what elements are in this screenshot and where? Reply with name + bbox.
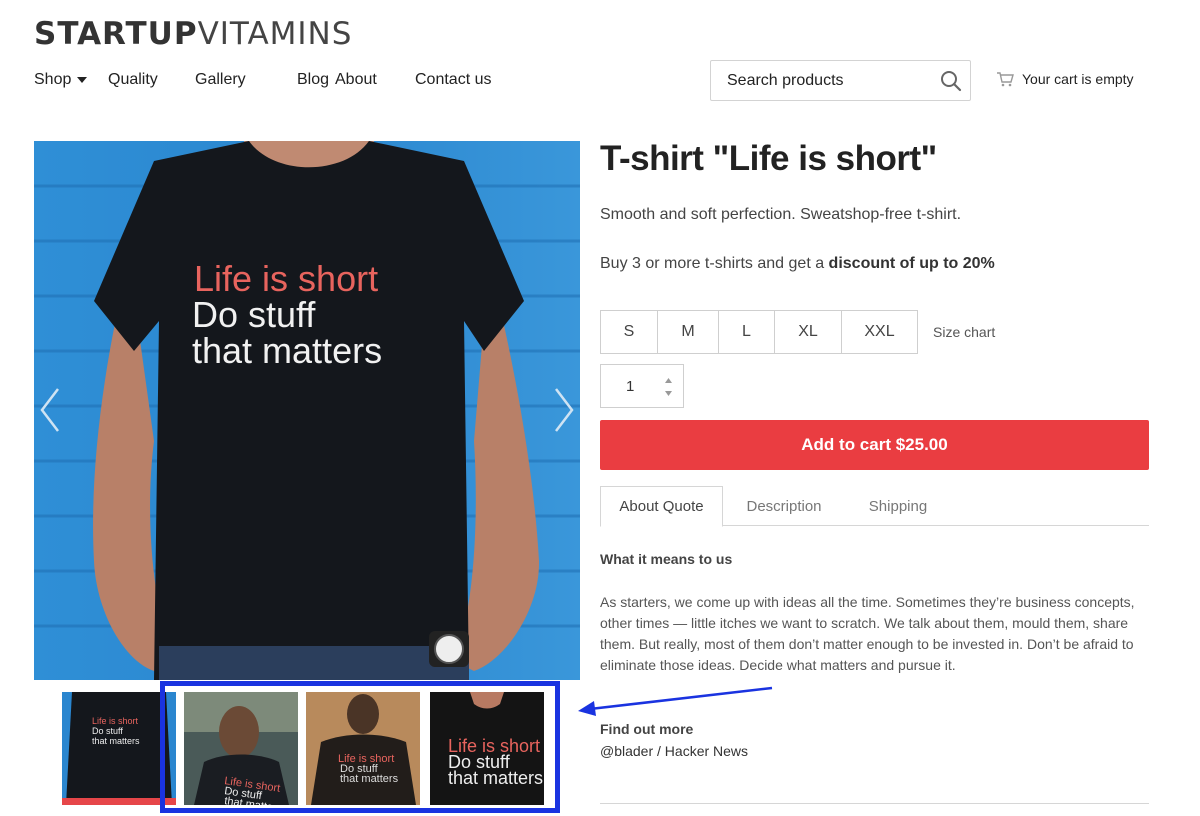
cart-label: Your cart is empty [1022, 71, 1134, 87]
site-logo[interactable]: STARTUPVITAMINS [34, 16, 352, 52]
product-tabs: About Quote Description Shipping [600, 486, 1149, 527]
source-link[interactable]: @blader / Hacker News [600, 743, 748, 759]
find-out-more-heading: Find out more [600, 721, 694, 737]
about-heading: What it means to us [600, 551, 733, 567]
search-icon[interactable] [940, 70, 962, 92]
thumb-1-text-3: that matters [92, 736, 140, 746]
thumbnail-1-photo: Life is short Do stuff that matters [62, 692, 176, 805]
nav-item-about[interactable]: About [335, 71, 415, 89]
size-selector: S M L XL XXL [600, 310, 918, 354]
logo-bold-text: STARTUP [34, 16, 198, 52]
tab-shipping[interactable]: Shipping [853, 486, 943, 526]
size-option-l[interactable]: L [719, 311, 775, 353]
shirt-text-line-3: that matters [192, 330, 382, 371]
about-body-text: As starters, we come up with ideas all t… [600, 594, 1135, 673]
search-input[interactable]: Search products [710, 60, 971, 101]
nav-item-gallery[interactable]: Gallery [195, 71, 297, 89]
quantity-value: 1 [626, 377, 635, 395]
product-title: T-shirt "Life is short" [600, 139, 937, 178]
thumb-1-text-1: Life is short [92, 716, 139, 726]
size-option-s[interactable]: S [601, 311, 658, 353]
annotation-highlight-box [160, 681, 560, 813]
nav-item-contact[interactable]: Contact us [415, 71, 491, 89]
size-option-m[interactable]: M [658, 311, 719, 353]
section-divider [600, 803, 1149, 804]
annotation-arrow-icon [578, 686, 773, 716]
tab-description[interactable]: Description [734, 486, 834, 526]
thumbnail-active-indicator [62, 798, 176, 805]
search-placeholder: Search products [727, 71, 844, 89]
cart-link[interactable]: Your cart is empty [996, 71, 1134, 87]
nav-item-shop-label: Shop [34, 71, 72, 88]
main-product-image[interactable]: Life is short Do stuff that matters [34, 141, 580, 680]
discount-note: Buy 3 or more t-shirts and get a discoun… [600, 255, 995, 273]
nav-item-shop[interactable]: Shop [34, 71, 108, 89]
thumbnail-1[interactable]: Life is short Do stuff that matters [62, 692, 176, 805]
product-subtitle: Smooth and soft perfection. Sweatshop-fr… [600, 206, 962, 223]
size-chart-link[interactable]: Size chart [933, 324, 995, 340]
cart-icon [997, 72, 1014, 87]
stepper-arrows-icon[interactable] [664, 376, 673, 398]
nav-item-blog[interactable]: Blog [297, 71, 335, 89]
main-product-photo: Life is short Do stuff that matters [34, 141, 580, 680]
discount-prefix: Buy 3 or more t-shirts and get a [600, 255, 829, 272]
add-to-cart-button[interactable]: Add to cart $25.00 [600, 420, 1149, 470]
discount-bold: discount of up to 20% [828, 255, 995, 272]
logo-light-text: VITAMINS [197, 16, 353, 52]
shirt-text-line-2: Do stuff [192, 294, 316, 335]
nav-item-quality[interactable]: Quality [108, 71, 195, 89]
thumb-1-text-2: Do stuff [92, 726, 123, 736]
shirt-text-line-1: Life is short [194, 258, 378, 299]
size-option-xxl[interactable]: XXL [842, 311, 917, 353]
size-option-xl[interactable]: XL [775, 311, 842, 353]
chevron-left-icon[interactable] [38, 385, 62, 435]
quantity-stepper[interactable]: 1 [600, 364, 684, 408]
main-nav: Shop Quality Gallery Blog About Contact … [34, 71, 491, 89]
chevron-down-icon [77, 76, 88, 83]
chevron-right-icon[interactable] [552, 385, 576, 435]
tab-about-quote[interactable]: About Quote [600, 486, 723, 527]
